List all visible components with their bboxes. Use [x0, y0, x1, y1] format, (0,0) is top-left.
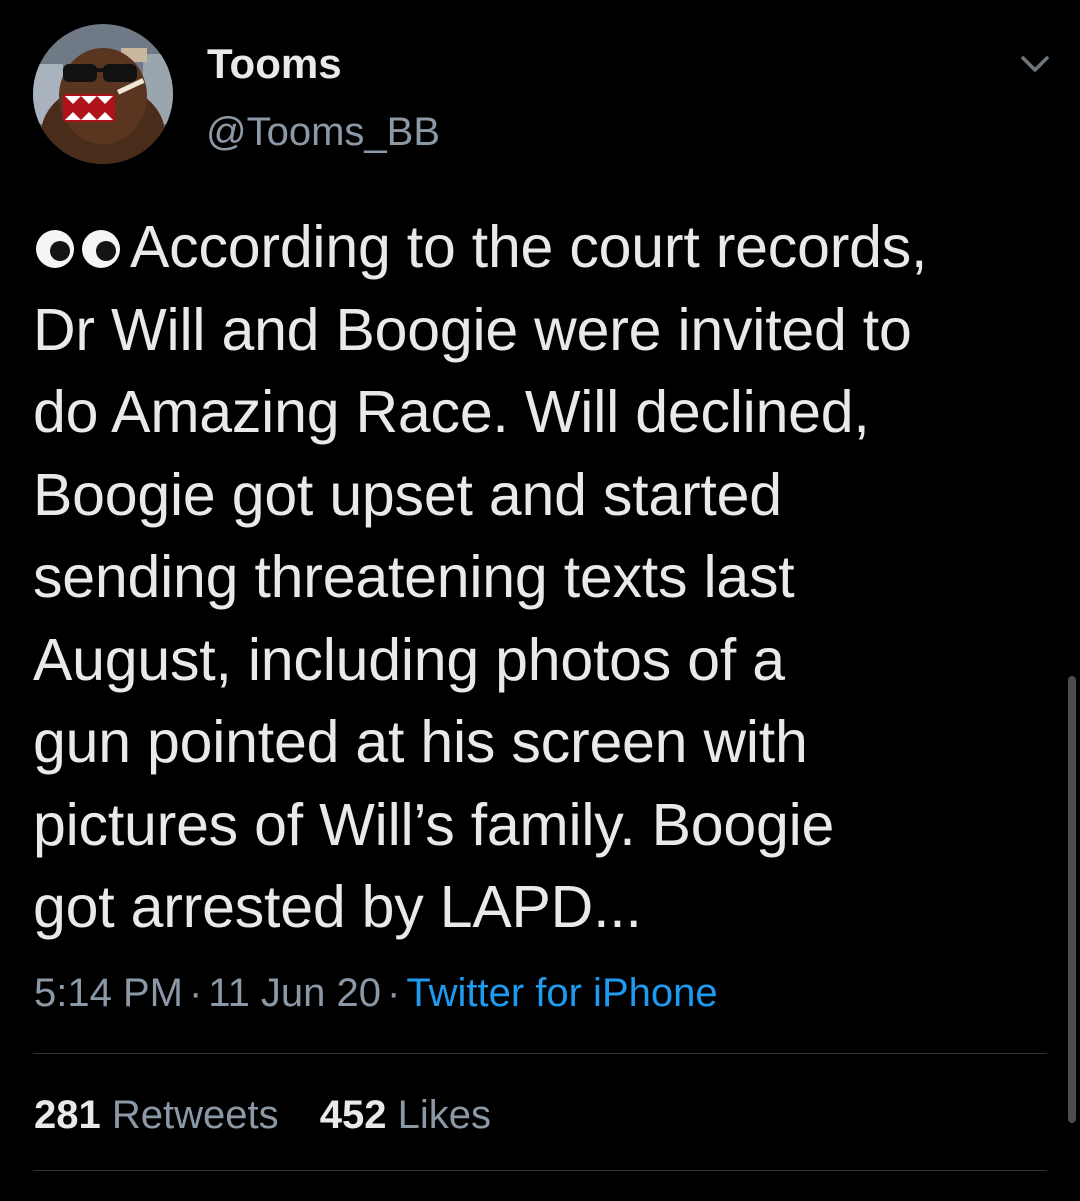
- tweet-source-link[interactable]: Twitter for iPhone: [406, 971, 717, 1015]
- retweets-label: Retweets: [111, 1093, 279, 1137]
- divider: [33, 1170, 1047, 1171]
- meta-separator: ·: [387, 971, 401, 1015]
- author-handle[interactable]: @Tooms_BB: [206, 108, 440, 156]
- retweets-stat[interactable]: 281 Retweets: [34, 1093, 279, 1137]
- tweet-meta: 5:14 PM · 11 Jun 20 · Twitter for iPhone: [34, 968, 718, 1018]
- chevron-down-icon[interactable]: [1013, 44, 1057, 84]
- tweet-date[interactable]: 11 Jun 20: [208, 971, 381, 1015]
- likes-stat[interactable]: 452 Likes: [320, 1093, 491, 1137]
- retweets-count: 281: [34, 1093, 101, 1137]
- tweet-time[interactable]: 5:14 PM: [34, 971, 183, 1015]
- divider: [33, 1053, 1047, 1054]
- tweet-text: According to the court records, Dr Will …: [33, 206, 1043, 949]
- author-display-name[interactable]: Tooms: [207, 40, 342, 88]
- tweet-body: According to the court records, Dr Will …: [33, 214, 928, 940]
- domo-avatar-icon: [33, 24, 173, 164]
- likes-count: 452: [319, 1093, 387, 1137]
- tweet-stats: 281 Retweets 452 Likes: [34, 1090, 521, 1140]
- meta-separator: ·: [188, 971, 203, 1015]
- eyes-emoji-icon: [33, 208, 128, 268]
- avatar[interactable]: [33, 24, 173, 164]
- scrollbar[interactable]: [1068, 676, 1076, 1123]
- likes-label: Likes: [397, 1093, 492, 1137]
